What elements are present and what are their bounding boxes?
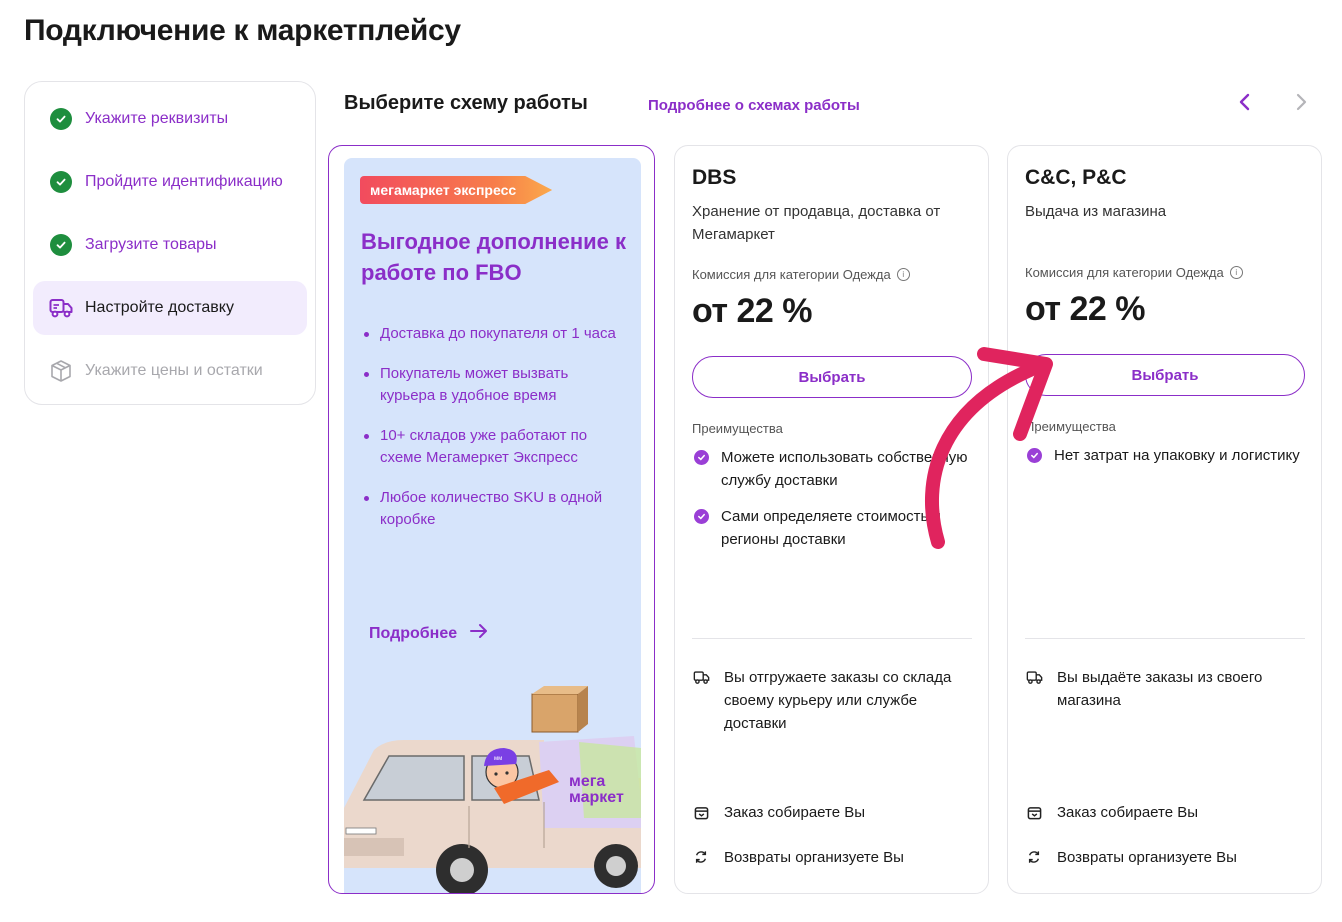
feature-assembly: Заказ собираете Вы (1025, 801, 1310, 824)
step-requisites[interactable]: Укажите реквизиты (33, 92, 307, 146)
feature-text: Заказ собираете Вы (724, 804, 866, 821)
info-icon[interactable]: i (896, 268, 910, 281)
advantage-item: Нет затрат на упаковку и логистику (1025, 444, 1305, 467)
advantage-text: Нет затрат на упаковку и логистику (1054, 447, 1300, 464)
check-circle-icon (49, 107, 73, 131)
schemes-info-link[interactable]: Подробнее о схемах работы (648, 97, 860, 114)
commission-text: Комиссия для категории Одежда (1025, 265, 1224, 280)
step-delivery[interactable]: Настройте доставку (33, 281, 307, 335)
advantage-text: Можете использовать собственную службу д… (721, 449, 968, 489)
chevron-left-icon (1238, 93, 1252, 116)
promo-more-link[interactable]: Подробнее (369, 622, 489, 645)
option-description: Выдача из магазина (1025, 203, 1167, 220)
promo-heading: Выгодное дополнение к работе по FBO (361, 229, 626, 285)
box-icon (49, 359, 73, 383)
step-identification[interactable]: Пройдите идентификацию (33, 155, 307, 209)
feature-pickup: Вы выдаёте заказы из своего магазина (1025, 666, 1310, 712)
promo-benefit: Доставка до покупателя от 1 часа (361, 323, 623, 345)
promo-benefits: Доставка до покупателя от 1 часа Покупат… (361, 323, 623, 549)
feature-text: Возвраты организуете Вы (724, 849, 904, 866)
feature-assembly: Заказ собираете Вы (692, 801, 977, 824)
truck-icon (1025, 668, 1043, 686)
divider (1025, 638, 1305, 639)
select-cc-pc-button[interactable]: Выбрать (1025, 354, 1305, 396)
advantages-list: Нет затрат на упаковку и логистику (1025, 444, 1305, 480)
onboarding-stepper: Укажите реквизиты Пройдите идентификацию… (24, 81, 316, 405)
check-circle-icon (694, 509, 709, 524)
advantages-title: Преимущества (692, 421, 783, 436)
promo-more-label: Подробнее (369, 624, 458, 642)
step-prices[interactable]: Укажите цены и остатки (33, 344, 307, 398)
select-dbs-button[interactable]: Выбрать (692, 356, 972, 398)
delivery-van-illustration: мега маркет мм (344, 686, 641, 893)
prev-button[interactable] (1233, 92, 1257, 116)
section-title: Выберите схему работы (344, 92, 588, 114)
check-circle-icon (49, 233, 73, 257)
promo-card-express[interactable]: мегамаркет экспресс Выгодное дополнение … (328, 145, 655, 894)
step-label: Загрузите товары (85, 236, 217, 253)
advantage-item: Можете использовать собственную службу д… (692, 446, 972, 492)
feature-text: Вы отгружаете заказы со склада своему ку… (724, 669, 952, 732)
advantage-text: Сами определяете стоимость и регионы дос… (721, 508, 941, 548)
refresh-icon (1025, 848, 1043, 866)
feature-shipping: Вы отгружаете заказы со склада своему ку… (692, 666, 977, 735)
commission-label: Комиссия для категории Одежда i (692, 267, 910, 282)
promo-benefit: 10+ складов уже работают по схеме Мегаме… (361, 425, 623, 469)
package-icon (1025, 803, 1043, 821)
step-upload-goods[interactable]: Загрузите товары (33, 218, 307, 272)
divider (692, 638, 972, 639)
commission-text: Комиссия для категории Одежда (692, 267, 891, 282)
step-label: Укажите цены и остатки (85, 362, 263, 379)
feature-text: Вы выдаёте заказы из своего магазина (1057, 669, 1263, 709)
option-description: Хранение от продавца, доставка от Мегама… (692, 203, 941, 243)
commission-price: от 22 % (692, 292, 813, 330)
check-circle-icon (694, 450, 709, 465)
arrow-right-icon (469, 622, 489, 645)
promo-benefit: Покупатель может вызвать курьера в удобн… (361, 363, 623, 407)
option-card-cc-pc: C&C, P&C Выдача из магазина Комиссия для… (1007, 145, 1322, 894)
truck-icon (49, 296, 73, 320)
next-button[interactable] (1289, 92, 1313, 116)
check-circle-icon (1027, 448, 1042, 463)
truck-icon (692, 668, 710, 686)
option-card-dbs: DBS Хранение от продавца, доставка от Ме… (674, 145, 989, 894)
feature-text: Заказ собираете Вы (1057, 804, 1199, 821)
advantages-list: Можете использовать собственную службу д… (692, 446, 972, 564)
express-badge: мегамаркет экспресс (360, 176, 553, 204)
courier-cap-text: мм (494, 756, 502, 762)
step-label: Пройдите идентификацию (85, 173, 283, 190)
package-icon (692, 803, 710, 821)
van-logo-line2: маркет (569, 789, 624, 806)
chevron-right-icon (1294, 93, 1308, 116)
check-circle-icon (49, 170, 73, 194)
commission-label: Комиссия для категории Одежда i (1025, 265, 1243, 280)
feature-text: Возвраты организуете Вы (1057, 849, 1237, 866)
refresh-icon (692, 848, 710, 866)
feature-returns: Возвраты организуете Вы (1025, 846, 1310, 869)
step-label: Настройте доставку (85, 299, 234, 316)
promo-benefit: Любое количество SKU в одной коробке (361, 487, 623, 531)
promo-panel: мегамаркет экспресс Выгодное дополнение … (344, 158, 641, 893)
info-icon[interactable]: i (1229, 266, 1243, 279)
option-name: C&C, P&C (1025, 166, 1127, 189)
commission-price: от 22 % (1025, 290, 1146, 328)
step-label: Укажите реквизиты (85, 110, 229, 127)
page-title: Подключение к маркетплейсу (24, 14, 461, 47)
advantages-title: Преимущества (1025, 419, 1116, 434)
van-logo-line1: мега (569, 773, 605, 790)
advantage-item: Сами определяете стоимость и регионы дос… (692, 505, 972, 551)
feature-returns: Возвраты организуете Вы (692, 846, 977, 869)
option-name: DBS (692, 166, 737, 189)
